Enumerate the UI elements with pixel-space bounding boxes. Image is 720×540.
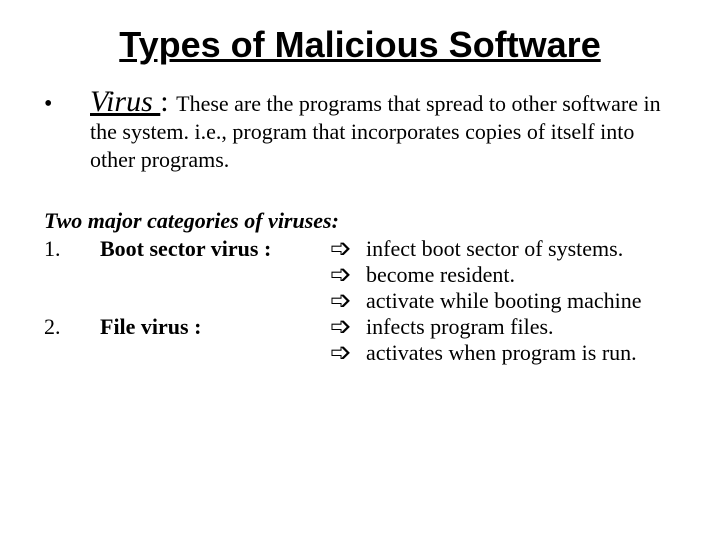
term-virus: Virus — [90, 85, 160, 118]
term-colon: : — [160, 85, 176, 118]
row-desc: become resident. — [366, 262, 680, 288]
categories-heading: Two major categories of viruses: — [40, 208, 680, 234]
slide: Types of Malicious Software • Virus : Th… — [0, 0, 720, 540]
row-desc: infects program files. — [366, 314, 680, 340]
row-number: 1. — [44, 236, 100, 262]
virus-definition: These are the programs that spread to ot… — [90, 91, 661, 172]
row-desc: activates when program is run. — [366, 340, 680, 366]
arrow-icon: ➩ — [330, 236, 366, 262]
arrow-icon: ➩ — [330, 288, 366, 314]
arrow-icon: ➩ — [330, 340, 366, 366]
slide-title: Types of Malicious Software — [40, 24, 680, 66]
table-row: 2. File virus : ➩ infects program files. — [44, 314, 680, 340]
bullet-body: Virus : These are the programs that spre… — [90, 88, 680, 174]
row-name: File virus : — [100, 314, 330, 340]
table-row: 1. Boot sector virus : ➩ infect boot sec… — [44, 236, 680, 262]
bullet-item-virus: • Virus : These are the programs that sp… — [40, 88, 680, 174]
table-row: ➩ activate while booting machine — [44, 288, 680, 314]
row-name: Boot sector virus : — [100, 236, 330, 262]
table-row: ➩ become resident. — [44, 262, 680, 288]
bullet-glyph: • — [40, 88, 90, 120]
row-desc: infect boot sector of systems. — [366, 236, 680, 262]
table-row: ➩ activates when program is run. — [44, 340, 680, 366]
categories-table: 1. Boot sector virus : ➩ infect boot sec… — [40, 236, 680, 366]
row-desc: activate while booting machine — [366, 288, 680, 314]
arrow-icon: ➩ — [330, 314, 366, 340]
row-number: 2. — [44, 314, 100, 340]
arrow-icon: ➩ — [330, 262, 366, 288]
